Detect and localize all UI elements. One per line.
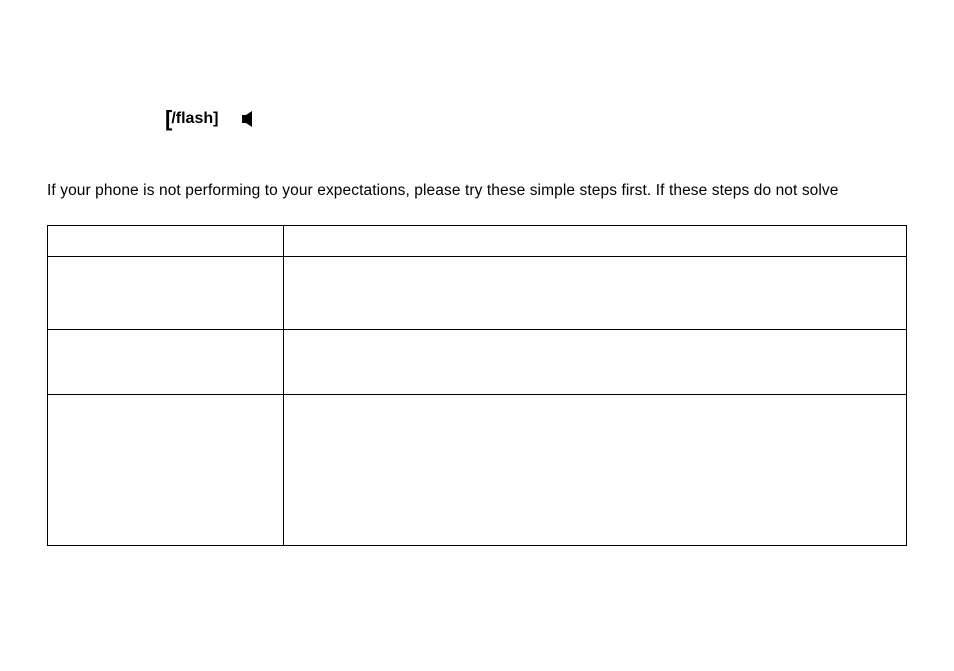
- troubleshoot-table: [47, 225, 907, 546]
- intro-text: If your phone is not performing to your …: [47, 182, 839, 200]
- table-row: [48, 257, 907, 330]
- table-cell: [284, 257, 907, 330]
- table-cell: [284, 226, 907, 257]
- speaker-icon: [242, 111, 256, 127]
- table-cell: [48, 395, 284, 546]
- table-row: [48, 226, 907, 257]
- table-row: [48, 330, 907, 395]
- page: [ /flash] If your phone is not performin…: [0, 0, 954, 671]
- flash-tag-text: /flash]: [171, 111, 218, 127]
- flash-label-row: [ /flash]: [165, 108, 256, 130]
- table-cell: [48, 226, 284, 257]
- table-cell: [48, 330, 284, 395]
- table-cell: [48, 257, 284, 330]
- table-cell: [284, 395, 907, 546]
- table-cell: [284, 330, 907, 395]
- table-row: [48, 395, 907, 546]
